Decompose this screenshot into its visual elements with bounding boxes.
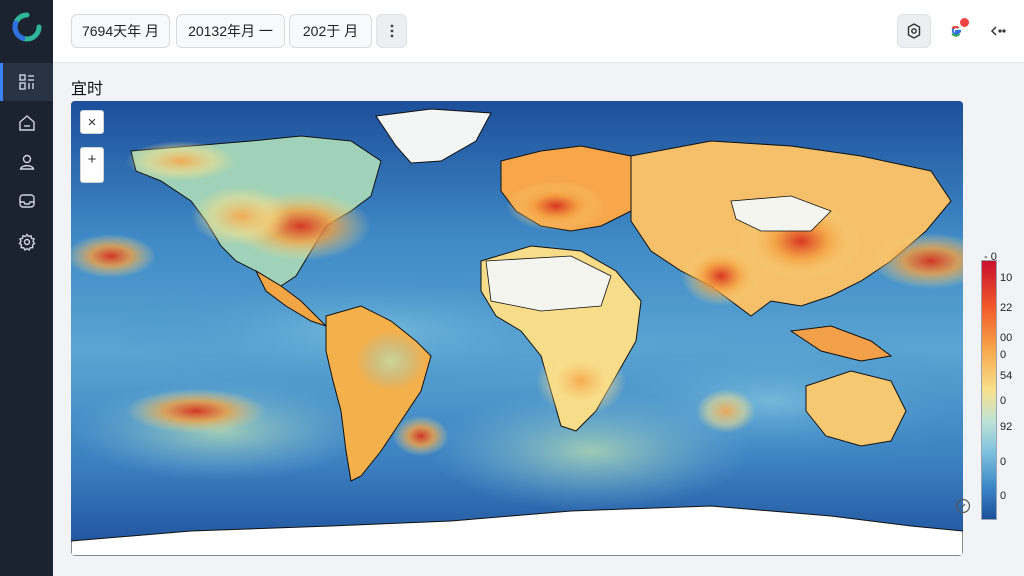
legend-tick: 0 [1000,490,1007,502]
date-filter-1[interactable]: 7694天年 月 [71,14,170,48]
nav-settings[interactable] [0,223,53,261]
settings-gear-icon [907,23,921,39]
close-map-button[interactable]: × [80,110,104,134]
nav-user[interactable] [0,143,53,181]
legend-tick: 00 [1000,332,1013,344]
world-heatmap[interactable] [71,101,963,556]
color-scale-bar [981,260,997,520]
attribution-icon[interactable] [955,498,971,514]
heatmap-panel[interactable] [71,101,963,556]
settings-button[interactable] [897,14,931,48]
notification-dot [960,18,969,27]
legend-tick: 22 [1000,302,1013,314]
share-button[interactable] [981,14,1015,48]
account-button[interactable] [939,14,973,48]
inbox-icon [18,194,35,208]
nav-dashboard[interactable] [0,63,53,101]
legend-tick: 92 [1000,421,1013,433]
date-filter-3[interactable]: 202于 月 [289,14,372,48]
user-icon [19,154,34,170]
more-vertical-icon [390,24,393,38]
app-logo-icon[interactable] [12,12,42,42]
nav-inbox[interactable] [0,182,53,220]
legend-tick: 10 [1000,272,1013,284]
sidebar [0,0,53,576]
legend-tick: 0 [1000,456,1007,468]
settings-icon [18,233,35,251]
nav-home[interactable] [0,104,53,142]
page-title: 宜时 [71,81,104,98]
legend-tick: 54 [1000,370,1013,382]
app-root: 7694天年 月 20132年月 一 202于 月 宜时 × + - 0 10 … [0,0,1024,576]
home-icon [18,115,35,131]
legend-tick: 0 [1000,349,1007,361]
dashboard-icon [18,74,34,90]
legend-tick: 0 [1000,395,1007,407]
date-filter-2[interactable]: 20132年月 一 [176,14,285,48]
zoom-in-button[interactable]: + [80,147,104,183]
share-icon [990,26,1006,36]
more-button[interactable] [376,14,407,48]
